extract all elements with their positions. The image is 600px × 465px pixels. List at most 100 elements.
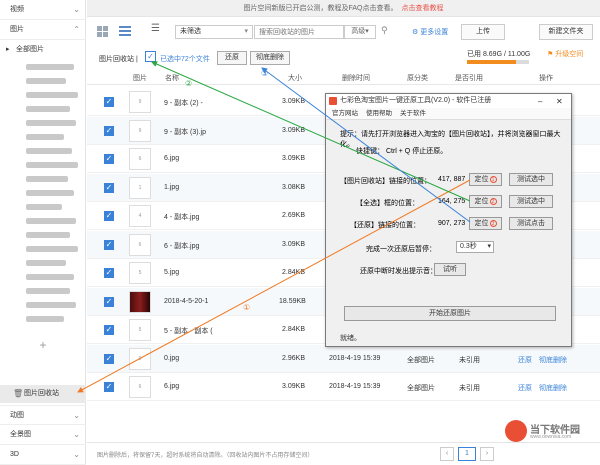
wait-select[interactable]: 0.3秒 ▾	[456, 241, 494, 253]
file-name: 4 - 副本.jpg	[164, 214, 200, 221]
filter-select[interactable]: 未筛选 ▾	[175, 25, 253, 39]
locate-button-3[interactable]: 定位 3	[469, 217, 502, 230]
image-thumbnail[interactable]: 9	[129, 119, 151, 142]
blurred-folder[interactable]	[26, 260, 66, 266]
advanced-search-button[interactable]: 高级▾	[344, 25, 376, 39]
sidebar-item-images[interactable]: 图片 ⌃	[0, 20, 86, 40]
test-button-2[interactable]: 测试选中	[509, 195, 553, 208]
more-settings-link[interactable]: ⚙ 更多设置	[412, 27, 448, 37]
blurred-folder[interactable]	[26, 302, 76, 308]
delete-permanently-button[interactable]: 彻底删除	[250, 51, 290, 65]
file-name: 6.jpg	[164, 383, 180, 390]
blurred-folder[interactable]	[26, 148, 72, 154]
minimize-icon[interactable]: –	[538, 95, 542, 109]
image-thumbnail[interactable]: 1	[129, 176, 151, 199]
restore-button[interactable]: 还原	[217, 51, 247, 65]
wait-label: 完成一次还原后暂停：	[366, 246, 436, 253]
blurred-folder[interactable]	[26, 274, 74, 280]
blurred-folder[interactable]	[26, 316, 64, 322]
reference-status: 未引用	[459, 356, 480, 364]
menu-official-site[interactable]: 官方网站	[332, 108, 358, 120]
blurred-folder[interactable]	[26, 92, 78, 98]
image-thumbnail[interactable]: 5	[129, 262, 151, 284]
row-checkbox[interactable]: ✓	[104, 325, 114, 335]
col-actions: 操作	[539, 75, 553, 82]
grid-view-icon[interactable]	[97, 26, 109, 37]
close-icon[interactable]: ✕	[556, 95, 563, 109]
sidebar-item-gif[interactable]: 动图 ⌄	[0, 405, 86, 425]
blurred-folder[interactable]	[26, 246, 78, 252]
row-checkbox[interactable]: ✓	[104, 211, 114, 221]
audition-button[interactable]: 试听	[434, 263, 466, 276]
sidebar-item-recycle-bin[interactable]: 🗑 图片回收站	[0, 385, 86, 403]
row-checkbox[interactable]: ✓	[104, 382, 114, 392]
row-checkbox[interactable]: ✓	[104, 353, 114, 364]
sidebar-item-panorama[interactable]: 全景图 ⌄	[0, 425, 86, 445]
list-view-icon[interactable]	[119, 26, 131, 37]
search-icon[interactable]: ⚲	[381, 25, 388, 36]
test-button-3[interactable]: 测试点击	[509, 217, 553, 230]
menu-help[interactable]: 使用帮助	[366, 108, 392, 120]
prev-page-button[interactable]: ‹	[440, 447, 454, 461]
new-folder-button[interactable]: 新建文件夹	[539, 24, 593, 40]
blurred-folder[interactable]	[26, 176, 68, 182]
blurred-folder[interactable]	[26, 162, 78, 168]
add-folder-button[interactable]: +	[0, 338, 86, 356]
locate-button-2[interactable]: 定位 2	[469, 195, 502, 208]
blurred-folder[interactable]	[26, 134, 64, 140]
row-checkbox[interactable]: ✓	[104, 239, 114, 250]
sort-icon[interactable]: ☰	[151, 23, 163, 34]
blurred-folder[interactable]	[26, 232, 70, 238]
toolbar: ☰ 未筛选 ▾ 高级▾ ⚲ ⚙ 更多设置 上传 新建文件夹	[87, 17, 600, 47]
file-name: 1.jpg	[164, 183, 180, 191]
row-checkbox[interactable]: ✓	[104, 296, 114, 307]
blurred-folder[interactable]	[26, 78, 66, 84]
upgrade-link[interactable]: ⚑ 升级空间	[547, 49, 583, 59]
tutorial-link[interactable]: 点击查看教程	[402, 5, 444, 12]
blurred-folder[interactable]	[26, 120, 76, 126]
current-page[interactable]: 1	[458, 447, 476, 461]
image-thumbnail[interactable]: 4	[129, 205, 151, 227]
row-checkbox[interactable]: ✓	[104, 154, 114, 164]
blurred-folder[interactable]	[26, 218, 76, 224]
locate-button-1[interactable]: 定位 1	[469, 173, 502, 186]
blurred-folder[interactable]	[26, 106, 70, 112]
image-thumbnail[interactable]	[129, 290, 151, 313]
blurred-folder[interactable]	[26, 288, 70, 294]
blurred-folder[interactable]	[26, 190, 74, 196]
sidebar-item-label: 动图	[10, 412, 24, 419]
row-checkbox[interactable]: ✓	[104, 182, 114, 193]
sidebar-item-label: 全景图	[10, 431, 31, 438]
row-checkbox[interactable]: ✓	[104, 125, 114, 136]
image-thumbnail[interactable]: 5	[129, 319, 151, 341]
menu-about[interactable]: 关于软件	[400, 108, 426, 120]
select-all-label: 【全选】框的位置：	[356, 200, 419, 207]
file-name: 5.jpg	[164, 269, 180, 276]
upload-button[interactable]: 上传	[461, 24, 505, 40]
test-button-1[interactable]: 测试选中	[509, 173, 553, 186]
image-thumbnail[interactable]: 9	[129, 91, 151, 113]
sidebar-item-all-images[interactable]: ▸ 全部图片	[0, 42, 86, 58]
row-checkbox[interactable]: ✓	[104, 97, 114, 107]
image-thumbnail[interactable]: 0	[129, 347, 151, 370]
row-restore-link[interactable]: 还原	[518, 355, 532, 365]
row-delete-link[interactable]: 彻底删除	[539, 383, 567, 393]
left-sidebar: 视频 ⌄ 图片 ⌃ ▸ 全部图片 + 🗑 图片回收站 动图 ⌄ 全景图 ⌄ 3D…	[0, 0, 86, 465]
row-checkbox[interactable]: ✓	[104, 268, 114, 278]
file-size: 2.69KB	[282, 212, 305, 219]
blurred-folder[interactable]	[26, 204, 62, 210]
start-restore-button[interactable]: 开始还原图片	[344, 306, 556, 321]
select-all-checkbox[interactable]: ✓	[145, 51, 156, 62]
search-input[interactable]	[254, 25, 344, 39]
table-row[interactable]: ✓ 6 6.jpg 3.09KB 2018-4-19 15:39 全部图片 未引用 还原 彻底删…	[87, 373, 600, 401]
blurred-folder[interactable]	[26, 64, 74, 70]
row-restore-link[interactable]: 还原	[518, 383, 532, 393]
table-row[interactable]: ✓ 0 0.jpg 2.96KB 2018-4-19 15:39 全部图片 未引用 还原 彻底删…	[87, 344, 600, 373]
sidebar-item-3d[interactable]: 3D ⌄	[0, 445, 86, 465]
image-thumbnail[interactable]: 6	[129, 148, 151, 170]
row-delete-link[interactable]: 彻底删除	[539, 355, 567, 365]
next-page-button[interactable]: ›	[480, 447, 494, 461]
sidebar-item-video[interactable]: 视频 ⌄	[0, 0, 86, 20]
image-thumbnail[interactable]: 6	[129, 233, 151, 256]
image-thumbnail[interactable]: 6	[129, 376, 151, 398]
